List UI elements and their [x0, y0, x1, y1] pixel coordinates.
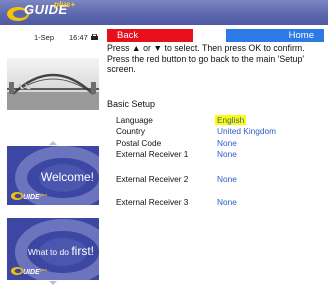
svg-text:UIDE: UIDE — [23, 194, 40, 201]
home-button[interactable]: Home — [226, 29, 324, 42]
setting-label-external-receiver-2: External Receiver 2 — [116, 174, 189, 184]
what-to-do-title: What to do first! — [28, 242, 94, 260]
sidebar: 1-Sep 16:47 Welcome! UIDE plus What to d… — [0, 25, 103, 285]
header-bar: GUIDE plus+ — [0, 0, 328, 25]
logo-plus: plus+ — [54, 0, 76, 9]
svg-text:plus: plus — [40, 267, 47, 272]
setting-label-postal-code: Postal Code — [116, 138, 162, 148]
welcome-title: Welcome! — [40, 170, 94, 184]
what-to-do-main: first! — [71, 244, 94, 258]
sydney-harbour-photo — [7, 58, 99, 110]
date-label: 1-Sep — [34, 33, 55, 42]
setting-value-country[interactable]: United Kingdom — [217, 126, 276, 136]
back-button[interactable]: Back — [107, 29, 193, 42]
setting-label-country: Country — [116, 126, 146, 136]
svg-text:UIDE: UIDE — [23, 269, 40, 276]
status-bar: 1-Sep 16:47 — [0, 33, 103, 45]
welcome-panel[interactable]: Welcome! UIDE plus — [7, 146, 99, 205]
section-title: Basic Setup — [107, 99, 156, 109]
setting-value-external-receiver-3[interactable]: None — [217, 197, 237, 207]
setting-value-external-receiver-2[interactable]: None — [217, 174, 237, 184]
what-to-do-first-panel[interactable]: What to do first! UIDE plus — [7, 218, 99, 280]
time-label: 16:47 — [69, 33, 88, 42]
what-to-do-prefix: What to do — [27, 247, 72, 257]
setting-label-external-receiver-3: External Receiver 3 — [116, 197, 189, 207]
scroll-up-icon[interactable] — [49, 141, 57, 145]
lock-icon — [91, 34, 98, 40]
setting-value-language[interactable]: English — [215, 115, 247, 125]
setting-value-postal-code[interactable]: None — [217, 138, 237, 148]
setting-value-external-receiver-1[interactable]: None — [217, 149, 237, 159]
instructions-text: Press ▲ or ▼ to select. Then press OK to… — [107, 43, 305, 74]
setting-label-language: Language — [116, 115, 153, 125]
scroll-down-icon[interactable] — [49, 281, 57, 285]
mini-logo-icon: UIDE plus — [11, 192, 47, 201]
svg-text:plus: plus — [40, 192, 47, 197]
setting-label-external-receiver-1: External Receiver 1 — [116, 149, 189, 159]
mini-logo-icon: UIDE plus — [11, 267, 47, 276]
